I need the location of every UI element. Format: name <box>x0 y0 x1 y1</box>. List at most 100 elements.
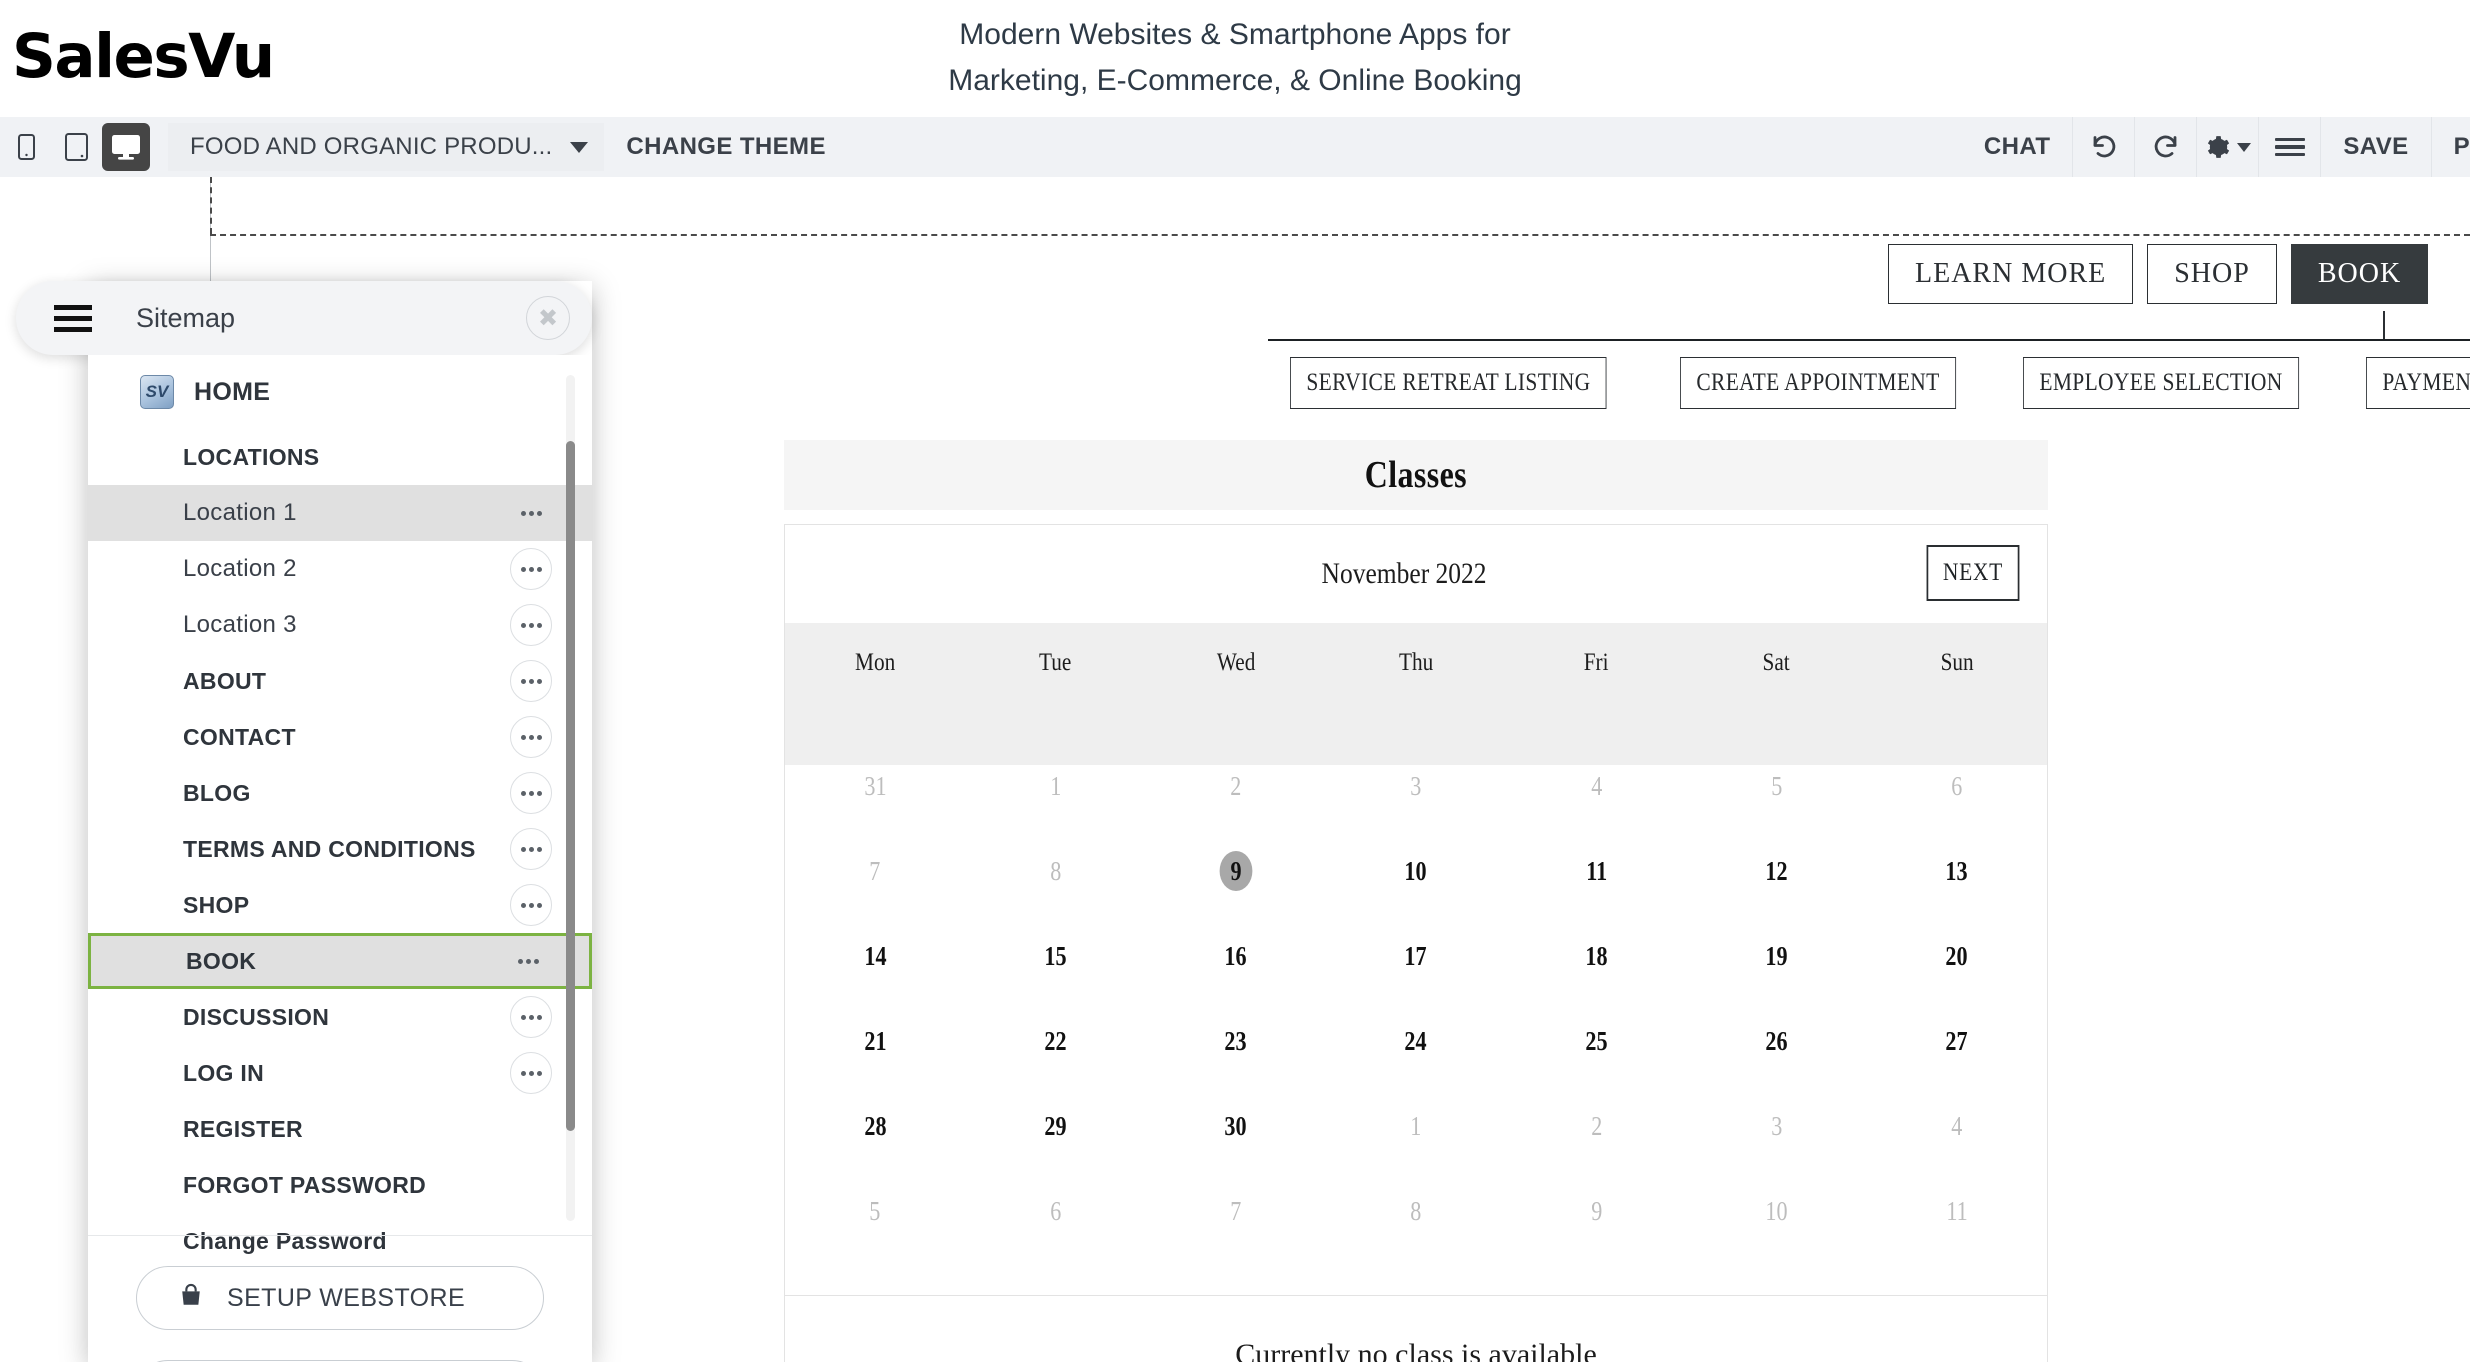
change-theme-button[interactable]: CHANGE THEME <box>604 117 847 177</box>
desktop-view-button[interactable] <box>102 123 150 171</box>
tab-create-appointment[interactable]: CREATE APPOINTMENT <box>1680 357 1957 409</box>
calendar-next-button[interactable]: NEXT <box>1926 545 2020 601</box>
sitemap-item-shop[interactable]: SHOP <box>88 877 592 933</box>
calendar-day-number: 7 <box>869 855 881 886</box>
nav-button-shop[interactable]: SHOP <box>2147 244 2277 304</box>
sitemap-item-options-button[interactable] <box>510 604 552 646</box>
nav-button-book[interactable]: BOOK <box>2290 244 2429 304</box>
sitemap-item-register[interactable]: REGISTER <box>88 1101 592 1157</box>
settings-button[interactable] <box>2196 117 2258 177</box>
calendar-row-spacer <box>965 1148 1145 1191</box>
calendar-day[interactable]: 15 <box>965 935 1145 978</box>
tab-payment[interactable]: PAYMENT <box>2366 357 2470 409</box>
sitemap-item-home[interactable]: SV HOME <box>88 355 592 429</box>
sitemap-item-options-button[interactable] <box>510 660 552 702</box>
sitemap-item-options-button[interactable] <box>510 884 552 926</box>
calendar-day-number: 7 <box>1230 1195 1242 1226</box>
calendar-row-spacer <box>1326 1148 1506 1191</box>
sitemap-item-terms-and-conditions[interactable]: TERMS AND CONDITIONS <box>88 821 592 877</box>
theme-select[interactable]: FOOD AND ORGANIC PRODU... <box>168 123 605 171</box>
publish-button[interactable]: P <box>2430 117 2470 177</box>
calendar-day[interactable]: 24 <box>1326 1020 1506 1063</box>
calendar-day[interactable]: 17 <box>1326 935 1506 978</box>
sitemap-scrollbar-thumb[interactable] <box>566 441 575 1131</box>
calendar-day[interactable]: 23 <box>1146 1020 1326 1063</box>
calendar-day: 4 <box>1867 1105 2047 1148</box>
sitemap-item-options-button[interactable] <box>510 828 552 870</box>
calendar-day[interactable]: 16 <box>1146 935 1326 978</box>
calendar-day[interactable]: 30 <box>1146 1105 1326 1148</box>
undo-button[interactable] <box>2072 117 2134 177</box>
calendar-day[interactable]: 26 <box>1686 1020 1866 1063</box>
calendar-month-label: November 2022 <box>1321 557 1487 590</box>
sitemap-title: Sitemap <box>136 302 236 333</box>
nav-button-learn-more[interactable]: LEARN MORE <box>1888 244 2134 304</box>
calendar-day[interactable]: 20 <box>1867 935 2047 978</box>
sitemap-item-book[interactable]: BOOK <box>88 933 592 989</box>
shopping-bag-icon <box>177 1282 205 1315</box>
chat-button[interactable]: CHAT <box>1962 117 2072 177</box>
sitemap-item-forgot-password[interactable]: FORGOT PASSWORD <box>88 1157 592 1213</box>
sitemap-item-options-button[interactable] <box>510 548 552 590</box>
sitemap-item-locations[interactable]: LOCATIONS <box>88 429 592 485</box>
sitemap-item-options-button[interactable] <box>510 1052 552 1094</box>
tab-service-retreat-listing[interactable]: SERVICE RETREAT LISTING <box>1290 357 1607 409</box>
calendar-day-number: 6 <box>1951 770 1963 801</box>
sitemap-item-location-1[interactable]: Location 1 <box>88 485 592 541</box>
calendar-day[interactable]: 22 <box>965 1020 1145 1063</box>
sitemap-item-options-button[interactable] <box>507 940 549 982</box>
sitemap-item-location-3[interactable]: Location 3 <box>88 597 592 653</box>
calendar-day[interactable]: 27 <box>1867 1020 2047 1063</box>
calendar-row-spacer <box>1867 1233 2047 1276</box>
undo-icon <box>2093 135 2116 158</box>
sitemap-item-location-2[interactable]: Location 2 <box>88 541 592 597</box>
save-button[interactable]: SAVE <box>2320 117 2430 177</box>
sitemap-item-options-button[interactable] <box>510 492 552 534</box>
calendar-day-number: 30 <box>1224 1110 1247 1141</box>
tab-employee-selection[interactable]: EMPLOYEE SELECTION <box>2023 357 2300 409</box>
sitemap-item-options-button[interactable] <box>510 772 552 814</box>
weekday-thu: Thu <box>1398 649 1434 676</box>
calendar-day[interactable]: 25 <box>1506 1020 1686 1063</box>
calendar-row-spacer <box>1506 978 1686 1021</box>
calendar-day: 9 <box>1506 1190 1686 1233</box>
calendar-day[interactable]: 10 <box>1326 850 1506 893</box>
sitemap-item-contact[interactable]: CONTACT <box>88 709 592 765</box>
theme-select-value: FOOD AND ORGANIC PRODU... <box>190 133 553 160</box>
sitemap-item-blog[interactable]: BLOG <box>88 765 592 821</box>
weekday-tue: Tue <box>1039 649 1072 676</box>
brand-header: SalesVu Modern Websites & Smartphone App… <box>0 0 2470 117</box>
calendar-day: 5 <box>785 1190 965 1233</box>
menu-button[interactable] <box>2258 117 2320 177</box>
calendar-day[interactable]: 19 <box>1686 935 1866 978</box>
sitemap-menu-icon[interactable] <box>54 299 92 338</box>
calendar-day-number: 27 <box>1945 1025 1968 1056</box>
calendar-day[interactable]: 9 <box>1146 850 1326 893</box>
calendar-day-number: 10 <box>1404 855 1428 886</box>
redo-icon <box>2154 135 2177 158</box>
calendar-day[interactable]: 14 <box>785 935 965 978</box>
sitemap-footer: SETUP WEBSTORE <box>88 1221 592 1362</box>
calendar-day[interactable]: 18 <box>1506 935 1686 978</box>
tablet-view-button[interactable] <box>52 123 100 171</box>
calendar-day-number: 5 <box>1771 770 1783 801</box>
classes-panel: Classes November 2022 NEXT Mon Tue Wed T… <box>784 440 2048 1362</box>
calendar-row-spacer <box>965 893 1145 936</box>
calendar-day-number: 11 <box>1946 1195 1968 1226</box>
mobile-view-button[interactable] <box>2 123 50 171</box>
redo-button[interactable] <box>2134 117 2196 177</box>
calendar-day[interactable]: 28 <box>785 1105 965 1148</box>
sitemap-item-log-in[interactable]: LOG IN <box>88 1045 592 1101</box>
calendar-day[interactable]: 29 <box>965 1105 1145 1148</box>
calendar-row-spacer <box>1686 808 1866 851</box>
calendar-day[interactable]: 21 <box>785 1020 965 1063</box>
sitemap-item-discussion[interactable]: DISCUSSION <box>88 989 592 1045</box>
calendar-day[interactable]: 11 <box>1506 850 1686 893</box>
close-icon[interactable]: ✖ <box>526 296 570 340</box>
calendar-day[interactable]: 12 <box>1686 850 1866 893</box>
sitemap-item-options-button[interactable] <box>510 716 552 758</box>
sitemap-item-options-button[interactable] <box>510 996 552 1038</box>
setup-webstore-button[interactable]: SETUP WEBSTORE <box>136 1266 544 1330</box>
sitemap-item-about[interactable]: ABOUT <box>88 653 592 709</box>
calendar-day[interactable]: 13 <box>1867 850 2047 893</box>
